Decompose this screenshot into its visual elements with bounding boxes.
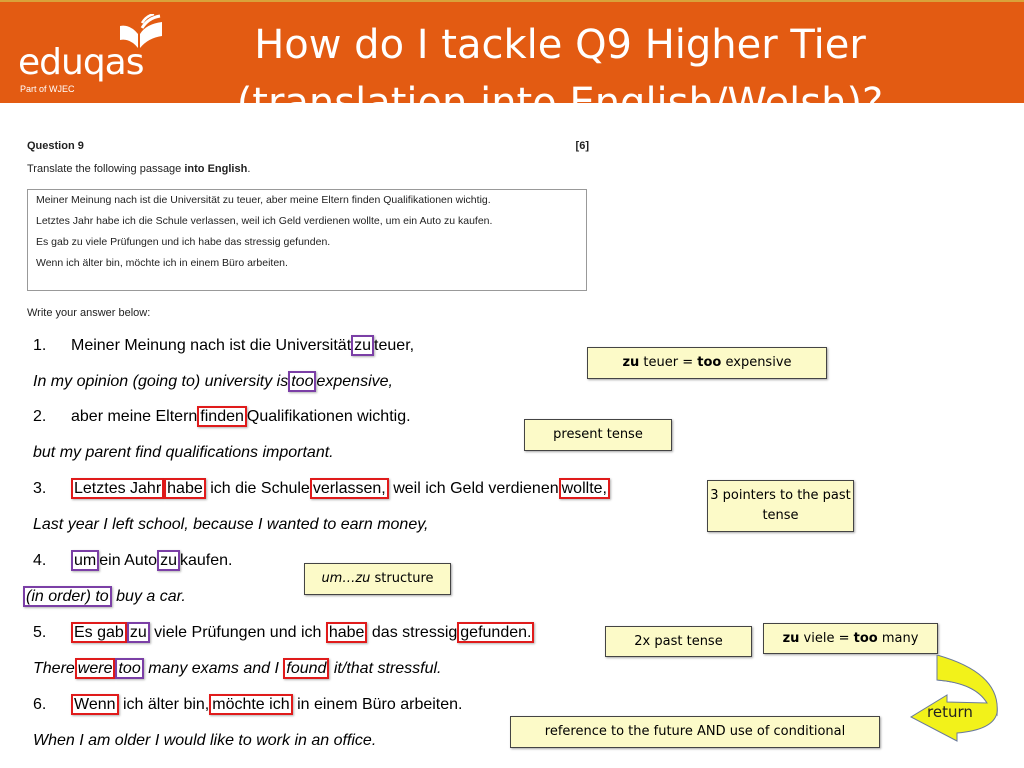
text: viele Prüfungen und ich xyxy=(154,624,322,641)
text: das stressig xyxy=(371,624,458,641)
line-number: 1. xyxy=(33,337,47,354)
note-text: many xyxy=(877,630,919,646)
note-zu-viele: zu viele = too many xyxy=(763,623,938,654)
red-highlight: habe xyxy=(164,478,206,499)
instruction-bold: into English xyxy=(184,163,248,175)
text: it/that stressful. xyxy=(333,660,442,677)
text: weil ich Geld verdienen xyxy=(393,480,559,497)
instruction-text: Translate the following passage xyxy=(27,163,185,175)
title-line-2: (translation into English/Welsh)? xyxy=(236,80,884,103)
page-title: How do I tackle Q9 Higher Tier (translat… xyxy=(160,16,960,103)
text: ich die Schule xyxy=(210,480,310,497)
english-line-5: There were too many exams and I found it/t… xyxy=(33,658,442,679)
purple-highlight: zu xyxy=(157,550,180,571)
text: Qualifikationen wichtig. xyxy=(246,408,411,425)
slide-header: eduqas Part of WJEC How do I tackle Q9 H… xyxy=(0,0,1024,103)
note-italic: um…zu xyxy=(321,571,371,586)
return-button[interactable]: return xyxy=(905,654,1005,745)
text: buy a car. xyxy=(116,588,186,605)
note-zu-teuer: zu teuer = too expensive xyxy=(587,347,827,379)
note-bold: zu xyxy=(622,355,640,370)
text: aber meine Eltern xyxy=(71,408,198,425)
purple-highlight: too xyxy=(288,371,317,392)
return-label: return xyxy=(927,703,973,721)
german-line-5: 5. Es gab zu viele Prüfungen und ich habe … xyxy=(33,622,535,643)
note-future-conditional: reference to the future AND use of condi… xyxy=(510,716,880,748)
note-bold: too xyxy=(697,355,722,370)
purple-highlight: too xyxy=(115,658,144,679)
line-number: 4. xyxy=(33,552,47,569)
note-two-past-tense: 2x past tense xyxy=(605,626,752,657)
german-line-3: 3. Letztes Jahr habe ich die Schule verlass… xyxy=(33,478,610,499)
note-present-tense: present tense xyxy=(524,419,672,451)
red-highlight: möchte ich xyxy=(209,694,293,715)
red-highlight: gefunden. xyxy=(457,622,535,643)
english-line-2: but my parent find qualifications import… xyxy=(33,444,334,462)
text: Meiner Meinung nach ist die Universität xyxy=(71,337,352,354)
note-past-pointers: 3 pointers to the past tense xyxy=(707,480,854,532)
question-instruction: Translate the following passage into Eng… xyxy=(27,163,250,175)
note-text: viele = xyxy=(799,630,854,646)
passage-paragraph: Meiner Meinung nach ist die Universität … xyxy=(36,194,491,206)
red-highlight: Wenn xyxy=(71,694,119,715)
passage-paragraph: Letztes Jahr habe ich die Schule verlass… xyxy=(36,215,493,227)
passage-paragraph: Es gab zu viele Prüfungen und ich habe d… xyxy=(36,236,331,248)
title-line-1: How do I tackle Q9 Higher Tier xyxy=(254,22,866,68)
line-number: 5. xyxy=(33,624,47,641)
note-bold: zu xyxy=(782,630,800,646)
line-number: 3. xyxy=(33,480,47,497)
english-line-1: In my opinion (going to) university is to… xyxy=(33,371,393,392)
text: In my opinion (going to) university is xyxy=(33,373,289,390)
german-line-1: 1. Meiner Meinung nach ist die Universitä… xyxy=(33,335,415,356)
note-text: expensive xyxy=(721,355,792,370)
purple-highlight: zu xyxy=(351,335,375,356)
text: in einem Büro arbeiten. xyxy=(297,696,463,713)
purple-highlight: (in order) to xyxy=(23,586,112,607)
text: expensive, xyxy=(316,373,393,390)
german-line-2: 2. aber meine Eltern finden Qualifikationen… xyxy=(33,406,411,427)
text: ein Auto xyxy=(99,552,158,569)
question-marks: [6] xyxy=(575,140,589,152)
text: kaufen. xyxy=(179,552,233,569)
red-highlight: were xyxy=(74,658,116,679)
note-um-zu: um…zu structure xyxy=(304,563,451,595)
text: teuer, xyxy=(374,337,415,354)
red-highlight: wollte, xyxy=(558,478,610,499)
english-line-3: Last year I left school, because I wante… xyxy=(33,516,428,534)
text: but my parent find qualifications import… xyxy=(33,444,334,461)
text: Last year I left school, because I wante… xyxy=(33,516,429,533)
curved-arrow-icon xyxy=(909,654,998,742)
red-highlight: found xyxy=(283,658,330,679)
text: many exams and I xyxy=(148,660,279,677)
german-line-4: 4. um ein Auto zu kaufen. xyxy=(33,550,233,571)
red-highlight: Es gab xyxy=(71,622,127,643)
red-highlight: verlassen, xyxy=(309,478,389,499)
passage-box: Meiner Meinung nach ist die Universität … xyxy=(27,189,587,291)
red-highlight: habe xyxy=(325,622,368,643)
german-line-6: 6. Wenn ich älter bin, möchte ich in einem… xyxy=(33,694,463,715)
text: When I am older I would like to work in … xyxy=(33,732,377,749)
text: ich älter bin, xyxy=(122,696,210,713)
line-number: 2. xyxy=(33,408,47,425)
purple-highlight: zu xyxy=(126,622,150,643)
purple-highlight: um xyxy=(71,550,100,571)
note-text: teuer = xyxy=(639,355,698,370)
note-text: structure xyxy=(370,571,434,586)
note-bold: too xyxy=(853,630,878,646)
passage-paragraph: Wenn ich älter bin, möchte ich in einem … xyxy=(36,257,288,269)
line-number: 6. xyxy=(33,696,47,713)
question-label: Question 9 xyxy=(27,140,84,152)
red-highlight: finden xyxy=(197,406,247,427)
red-highlight: Letztes Jahr xyxy=(71,478,165,499)
text: There xyxy=(33,660,75,677)
instruction-suffix: . xyxy=(247,163,251,175)
english-line-6: When I am older I would like to work in … xyxy=(33,732,376,750)
english-line-4: (in order) to buy a car. xyxy=(23,586,186,607)
answer-prompt: Write your answer below: xyxy=(27,307,151,319)
